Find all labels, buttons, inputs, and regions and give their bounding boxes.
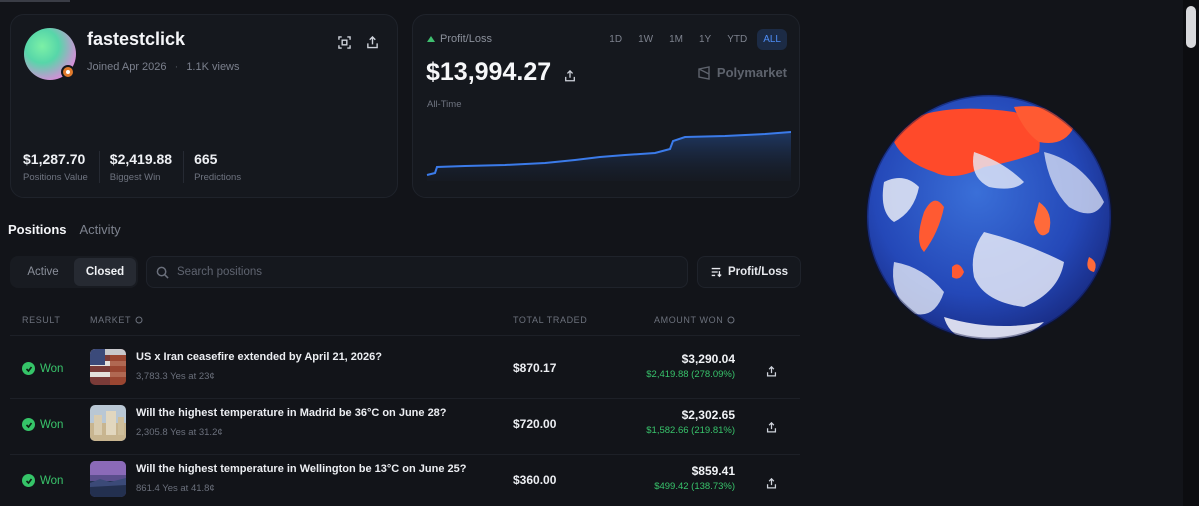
search-box <box>146 256 688 288</box>
check-circle-icon <box>22 474 35 487</box>
amount-won: $2,302.65 $1,582.66 (219.81%) <box>646 408 735 436</box>
pnl-label: Profit/Loss <box>440 33 492 45</box>
share-icon[interactable] <box>760 416 782 438</box>
stat-biggest-win: $2,419.88 Biggest Win <box>110 151 185 183</box>
share-pnl-icon[interactable] <box>559 65 581 87</box>
total-traded: $720.00 <box>513 417 557 431</box>
header-market[interactable]: MARKET <box>90 315 143 325</box>
amount-won: $3,290.04 $2,419.88 (278.09%) <box>646 352 735 380</box>
result-status: Won <box>22 474 63 487</box>
range-1m[interactable]: 1M <box>663 29 689 50</box>
amount-won: $859.41 $499.42 (138.73%) <box>654 464 735 492</box>
range-selector: 1D 1W 1M 1Y YTD ALL <box>603 29 787 50</box>
view-count: 1.1K views <box>186 61 240 73</box>
market-position: 3,783.3 Yes at 23¢ <box>136 371 215 382</box>
brand: Polymarket <box>697 65 787 80</box>
search-icon <box>156 266 169 279</box>
earth-globe-image <box>865 93 1113 341</box>
result-status: Won <box>22 362 63 375</box>
header-result: RESULT <box>22 315 61 325</box>
share-icon[interactable] <box>361 31 383 53</box>
pnl-header: Profit/Loss <box>427 33 492 45</box>
header-amount-won-label: AMOUNT WON <box>654 315 724 325</box>
profit-loss-card: Profit/Loss 1D 1W 1M 1Y YTD ALL $13,994.… <box>412 14 800 198</box>
result-label: Won <box>40 362 64 375</box>
range-ytd[interactable]: YTD <box>721 29 753 50</box>
result-status: Won <box>22 418 63 431</box>
market-question[interactable]: US x Iran ceasefire extended by April 21… <box>136 351 382 363</box>
amount-won-gain: $499.42 (138.73%) <box>654 481 735 492</box>
amount-won-gain: $1,582.66 (219.81%) <box>646 425 735 436</box>
market-question[interactable]: Will the highest temperature in Madrid b… <box>136 407 447 419</box>
qr-code-icon[interactable] <box>333 31 355 53</box>
result-label: Won <box>40 474 64 487</box>
scrollbar-track[interactable] <box>1183 0 1199 506</box>
top-divider <box>0 0 70 2</box>
range-1y[interactable]: 1Y <box>693 29 717 50</box>
pnl-period: All-Time <box>427 99 462 110</box>
pnl-value: $13,994.27 <box>426 58 552 86</box>
market-thumbnail <box>90 349 126 385</box>
sort-updown-icon <box>727 316 735 324</box>
table-divider <box>10 335 800 336</box>
stat-predictions: 665 Predictions <box>194 151 242 183</box>
polymarket-logo-icon <box>698 65 710 80</box>
market-question[interactable]: Will the highest temperature in Wellingt… <box>136 463 466 475</box>
table-row[interactable]: Won Will the highest temperature in Madr… <box>10 398 800 454</box>
tab-positions[interactable]: Positions <box>8 222 67 237</box>
range-all[interactable]: ALL <box>757 29 787 50</box>
result-label: Won <box>40 418 64 431</box>
header-total-traded: TOTAL TRADED <box>513 315 588 325</box>
up-triangle-icon <box>427 36 435 42</box>
filter-active[interactable]: Active <box>12 258 74 286</box>
header-amount-won[interactable]: AMOUNT WON <box>654 315 735 325</box>
scrollbar-thumb[interactable] <box>1186 6 1196 48</box>
share-icon[interactable] <box>760 360 782 382</box>
joined-date: Joined Apr 2026 <box>87 61 167 73</box>
check-circle-icon <box>22 362 35 375</box>
pnl-chart <box>426 131 791 181</box>
sort-icon <box>711 267 722 278</box>
tab-activity[interactable]: Activity <box>80 222 121 237</box>
sort-updown-icon <box>135 316 143 324</box>
filter-closed[interactable]: Closed <box>74 258 136 286</box>
sort-profit-loss-button[interactable]: Profit/Loss <box>697 256 801 288</box>
range-1w[interactable]: 1W <box>632 29 659 50</box>
table-row[interactable]: Won US x Iran ceasefire extended by Apri… <box>10 342 800 398</box>
range-1d[interactable]: 1D <box>603 29 628 50</box>
search-input[interactable] <box>177 266 657 278</box>
check-circle-icon <box>22 418 35 431</box>
amount-won-gain: $2,419.88 (278.09%) <box>646 369 735 380</box>
amount-won-value: $2,302.65 <box>681 408 735 422</box>
header-market-label: MARKET <box>90 315 132 325</box>
market-position: 861.4 Yes at 41.8¢ <box>136 483 215 494</box>
amount-won-value: $859.41 <box>691 464 735 478</box>
total-traded: $360.00 <box>513 473 557 487</box>
verified-badge-icon <box>61 65 75 79</box>
username: fastestclick <box>87 29 186 49</box>
total-traded: $870.17 <box>513 361 557 375</box>
status-toggle: Active Closed <box>10 256 138 288</box>
profile-card: fastestclick Joined Apr 2026 · 1.1K view… <box>10 14 398 198</box>
sort-label: Profit/Loss <box>727 266 789 278</box>
market-position: 2,305.8 Yes at 31.2¢ <box>136 427 223 438</box>
stat-positions-value: $1,287.70 Positions Value <box>23 151 100 183</box>
profile-stats: $1,287.70 Positions Value $2,419.88 Bigg… <box>23 151 262 183</box>
share-icon[interactable] <box>760 472 782 494</box>
brand-name: Polymarket <box>716 65 787 80</box>
profile-meta: Joined Apr 2026 · 1.1K views <box>87 61 240 73</box>
profile-tabs: Positions Activity <box>8 222 121 237</box>
table-row[interactable]: Won Will the highest temperature in Well… <box>10 454 800 506</box>
amount-won-value: $3,290.04 <box>681 352 735 366</box>
market-thumbnail <box>90 405 126 441</box>
market-thumbnail <box>90 461 126 497</box>
